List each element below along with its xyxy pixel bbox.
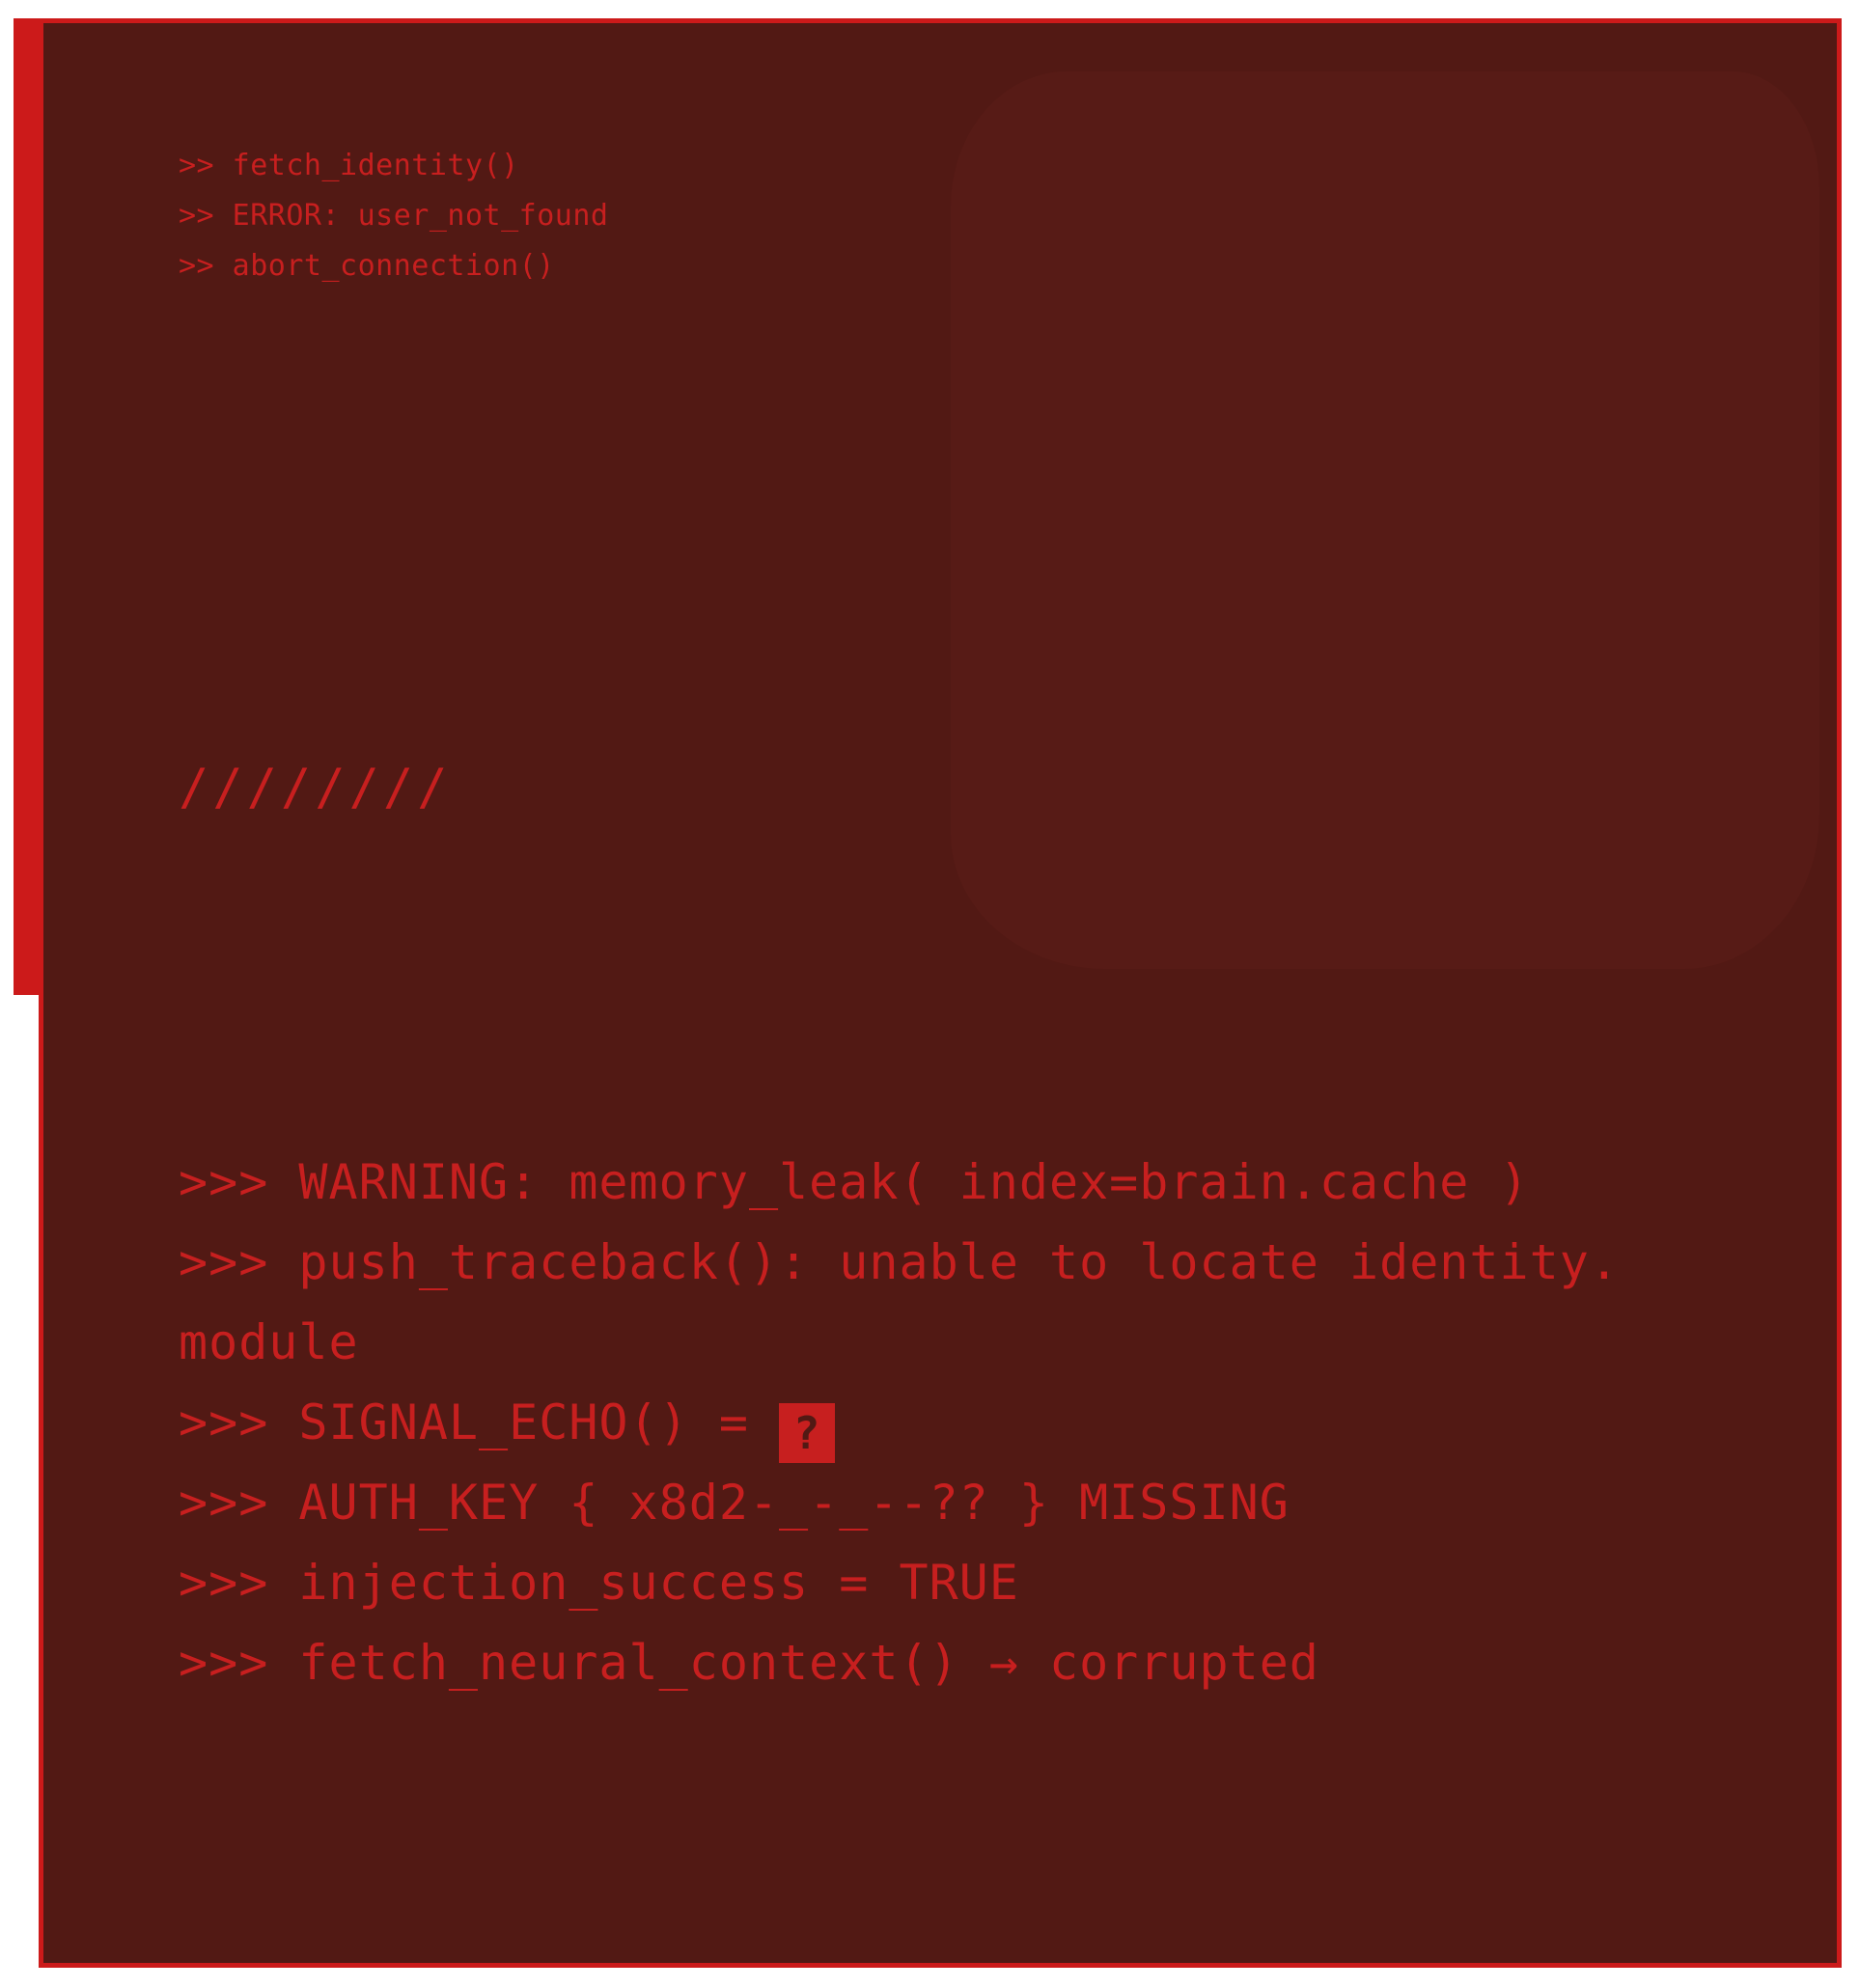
log-small-line: >> ERROR: user_not_found bbox=[179, 199, 609, 233]
log-large-line: >>> WARNING: memory_leak( index=brain.ca… bbox=[179, 1154, 1530, 1210]
log-small-line: >> fetch_identity() bbox=[179, 149, 519, 182]
log-large-line-signal: >>> SIGNAL_ECHO() = ? bbox=[179, 1383, 1620, 1463]
log-large-line: >>> injection_success = TRUE bbox=[179, 1555, 1019, 1611]
question-block-icon: ? bbox=[779, 1403, 836, 1463]
signal-echo-label: >>> SIGNAL_ECHO() = bbox=[179, 1394, 780, 1450]
log-small-line: >> abort_connection() bbox=[179, 249, 555, 283]
log-small: >> fetch_identity() >> ERROR: user_not_f… bbox=[179, 141, 608, 291]
log-large: >>> WARNING: memory_leak( index=brain.ca… bbox=[179, 1143, 1620, 1703]
terminal-panel: >> fetch_identity() >> ERROR: user_not_f… bbox=[39, 18, 1842, 1968]
log-large-line: >>> fetch_neural_context() → corrupted bbox=[179, 1635, 1319, 1691]
log-large-line: >>> AUTH_KEY { x8d2-_-_--?? } MISSING bbox=[179, 1475, 1290, 1531]
stage: >> fetch_identity() >> ERROR: user_not_f… bbox=[0, 0, 1859, 1988]
log-large-line: module bbox=[179, 1314, 359, 1370]
slash-divider: //////// bbox=[179, 759, 452, 816]
log-large-line: >>> push_traceback(): unable to locate i… bbox=[179, 1234, 1620, 1290]
background-shape bbox=[951, 71, 1819, 969]
